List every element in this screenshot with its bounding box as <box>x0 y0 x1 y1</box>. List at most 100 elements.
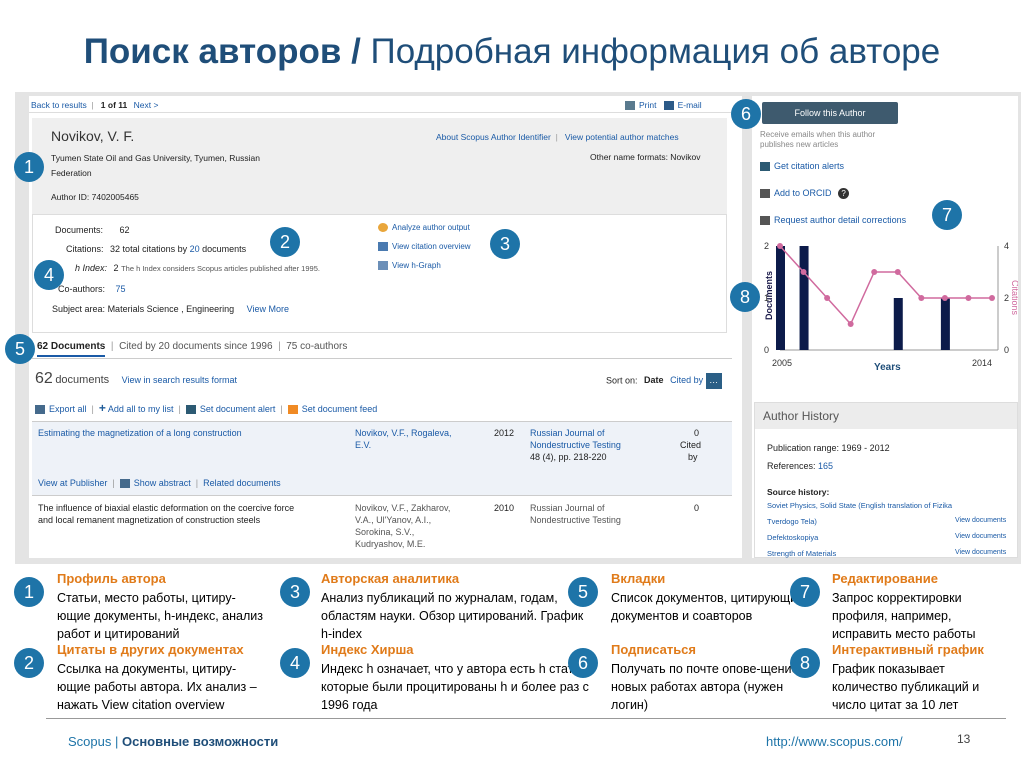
view-documents-link[interactable]: View documents <box>955 549 1006 556</box>
legend-description: Статьи, место работы, цитиру-ющие докуме… <box>57 591 263 641</box>
tab-documents[interactable]: 62 Documents <box>37 341 106 357</box>
follow-note: publishes new articles <box>760 140 839 149</box>
print-link[interactable]: Print <box>639 100 656 110</box>
footer-section: Основные возможности <box>118 734 279 749</box>
print-icon[interactable] <box>625 101 635 111</box>
page-number: 13 <box>957 732 971 746</box>
callout-badge: 5 <box>5 334 35 364</box>
doc-title-line[interactable]: The influence of biaxial elastic deforma… <box>38 503 294 513</box>
source-link[interactable]: Defektoskopiya <box>767 533 818 542</box>
slide-title-rest: Подробная информация об авторе <box>360 32 941 71</box>
orcid-icon <box>760 189 770 199</box>
footer-left: Scopus | Основные возможности <box>68 734 278 749</box>
y-tick-left: 2 <box>764 241 769 251</box>
citation-point <box>989 295 995 301</box>
citation-alerts-link[interactable]: Get citation alerts <box>774 161 844 171</box>
callout-badge: 1 <box>14 152 44 182</box>
legend-description: Анализ публикаций по журналам, годам, об… <box>321 591 584 641</box>
author-profile: Novikov, V. F. Tyumen State Oil and Gas … <box>32 118 727 215</box>
view-more-link[interactable]: View More <box>247 304 289 314</box>
doc-source-line[interactable]: Russian Journal of <box>530 428 605 438</box>
about-author-identifier-link[interactable]: About Scopus Author Identifier <box>436 132 551 142</box>
help-icon[interactable]: ? <box>838 188 850 199</box>
documents-citations-chart[interactable]: 2104202005 2014YearsDocuments Citations <box>752 234 1018 394</box>
callout-badge: 6 <box>731 99 761 129</box>
set-feed-link[interactable]: Set document feed <box>302 404 378 414</box>
doc-source-line: 48 (4), pp. 218-220 <box>530 452 607 462</box>
add-to-orcid-link[interactable]: Add to ORCID <box>774 188 832 198</box>
citation-point <box>965 295 972 301</box>
citation-point <box>824 295 831 301</box>
legend-title: Редактирование <box>832 571 938 586</box>
view-documents-link[interactable]: View documents <box>955 517 1006 524</box>
source-link[interactable]: Soviet Physics, Solid State (English tra… <box>767 501 952 510</box>
y-axis-label-left: Documents <box>764 271 774 320</box>
sort-cited-by[interactable]: Cited by <box>670 375 703 385</box>
h-graph-link[interactable]: View h-Graph <box>392 261 441 270</box>
set-alert-link[interactable]: Set document alert <box>200 404 276 414</box>
view-in-search-results-link[interactable]: View in search results format <box>122 375 237 385</box>
doc-title-link[interactable]: Estimating the magnetization of a long c… <box>38 428 242 438</box>
legend-title: Индекс Хирша <box>321 642 414 657</box>
view-documents-link[interactable]: View documents <box>955 533 1006 540</box>
doc-title-line[interactable]: and local remanent magnetization of cons… <box>38 515 260 525</box>
citations-text: 32 total citations by <box>110 244 188 254</box>
author-metrics: Documents: 62 Citations: 32 total citati… <box>32 215 727 333</box>
source-link[interactable]: Strength of Materials <box>767 549 836 558</box>
back-to-results-link[interactable]: Back to results <box>31 100 87 110</box>
email-icon[interactable] <box>663 101 674 111</box>
related-documents-link[interactable]: Related documents <box>203 478 281 488</box>
show-abstract-link[interactable]: Show abstract <box>134 478 191 488</box>
doc-authors-line[interactable]: E.V. <box>355 440 371 450</box>
subject-label: Subject area: <box>52 304 106 314</box>
callout-badge: 2 <box>270 227 300 257</box>
legend-badge: 4 <box>280 648 310 678</box>
follow-author-button[interactable]: Follow this Author <box>762 102 898 124</box>
doc-authors-line[interactable]: Novikov, V.F., Rogaleva, <box>355 428 452 438</box>
legend-description: График показывает количество публикаций … <box>832 662 980 712</box>
citing-documents-link[interactable]: 20 <box>190 244 200 254</box>
sort-date[interactable]: Date <box>644 375 664 385</box>
source-link[interactable]: Tverdogo Tela) <box>767 517 817 526</box>
callout-badge: 7 <box>932 200 962 230</box>
tab-coauthors[interactable]: 75 co-authors <box>286 341 347 352</box>
doc-count-word: documents <box>55 374 110 386</box>
other-name-formats: Other name formats: Novikov <box>590 152 701 162</box>
citations-post: documents <box>202 244 247 254</box>
citations-line <box>779 245 992 326</box>
y-tick-right: 4 <box>1004 241 1009 251</box>
tab-cited-by[interactable]: Cited by 20 documents since 1996 <box>119 341 272 352</box>
rss-icon <box>287 405 298 415</box>
author-sidebar: Receive emails when this author publishe… <box>752 96 1018 558</box>
analyze-author-output-link[interactable]: Analyze author output <box>392 223 470 232</box>
doc-authors-line: Sorokina, S.V., <box>355 527 415 537</box>
email-link[interactable]: E-mail <box>678 100 702 110</box>
view-at-publisher-link[interactable]: View at Publisher <box>38 478 107 488</box>
subject-value: Materials Science , Engineering <box>107 304 235 314</box>
abstract-icon <box>119 479 130 489</box>
doc-cited-label: by <box>688 452 698 462</box>
coauthors-link[interactable]: 75 <box>116 284 126 294</box>
table-row: The influence of biaxial elastic deforma… <box>32 497 732 558</box>
x-tick: 2014 <box>972 358 992 368</box>
footer-url[interactable]: http://www.scopus.com/ <box>766 734 903 749</box>
doc-source-line: Nondestructive Testing <box>530 515 621 525</box>
legend-badge: 3 <box>280 577 310 607</box>
add-to-list-link[interactable]: Add all to my list <box>108 404 174 414</box>
potential-matches-link[interactable]: View potential author matches <box>565 132 679 142</box>
sort-menu-icon[interactable]: … <box>705 373 722 389</box>
bar <box>776 246 785 350</box>
legend-description: Получать по почте опове-щение о новых ра… <box>611 662 809 712</box>
footer-brand: Scopus | <box>68 734 119 749</box>
export-all-link[interactable]: Export all <box>49 404 87 414</box>
citation-overview-link[interactable]: View citation overview <box>392 242 471 251</box>
doc-year: 2010 <box>494 503 515 513</box>
bar <box>799 246 809 350</box>
affiliation-line-1: Tyumen State Oil and Gas University, Tyu… <box>51 153 260 163</box>
request-corrections-link[interactable]: Request author detail corrections <box>774 215 906 225</box>
doc-source-line[interactable]: Nondestructive Testing <box>530 440 621 450</box>
references-link[interactable]: 165 <box>818 461 833 471</box>
next-link[interactable]: Next > <box>134 100 159 110</box>
legend-description: Запрос корректировки профиля, например, … <box>832 591 976 641</box>
author-id: Author ID: 7402005465 <box>51 192 139 202</box>
